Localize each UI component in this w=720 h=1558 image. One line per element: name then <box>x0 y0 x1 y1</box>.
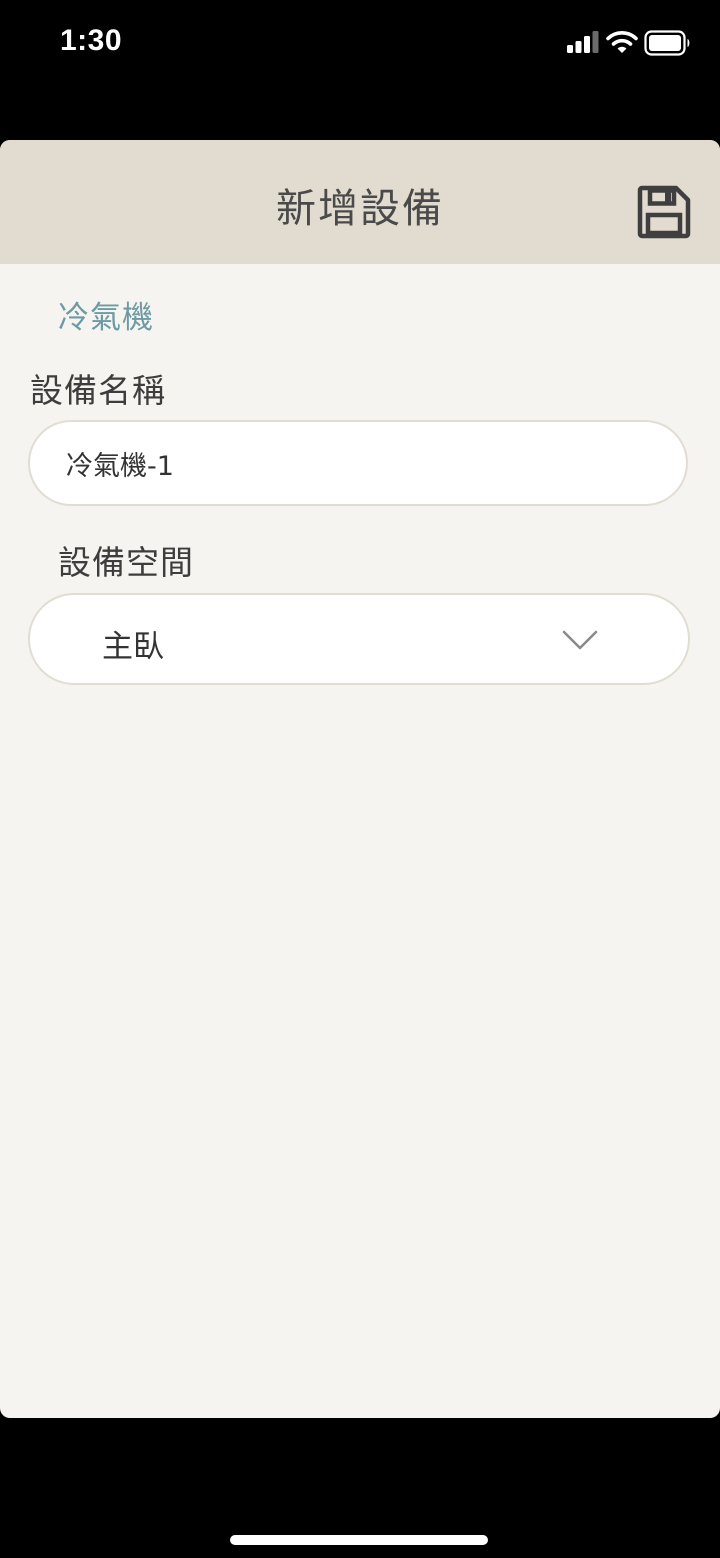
battery-icon <box>644 30 690 56</box>
page-title: 新增設備 <box>276 186 444 232</box>
save-button[interactable] <box>636 184 692 240</box>
device-name-input[interactable] <box>28 420 688 506</box>
status-bar: 1:30 <box>0 0 720 90</box>
sheet-header: 新增設備 <box>0 140 720 264</box>
save-icon <box>637 185 691 239</box>
add-device-sheet: 新增設備 冷氣機 設備名稱 設備空間 主臥 <box>0 140 720 1418</box>
device-type-label: 冷氣機 <box>58 300 154 336</box>
device-name-label: 設備名稱 <box>30 371 166 410</box>
home-indicator[interactable] <box>230 1535 488 1545</box>
signal-icon <box>567 31 599 53</box>
device-space-value: 主臥 <box>102 629 164 665</box>
wifi-icon <box>606 31 638 53</box>
device-space-label: 設備空間 <box>58 543 194 582</box>
chevron-down-icon <box>562 630 598 650</box>
device-space-select[interactable]: 主臥 <box>28 593 690 685</box>
screen: 1:30 新增設備 冷氣機 設備名稱 冷氣機-1 設備空間 主臥 <box>0 0 720 1558</box>
status-time: 1:30 <box>60 24 123 57</box>
